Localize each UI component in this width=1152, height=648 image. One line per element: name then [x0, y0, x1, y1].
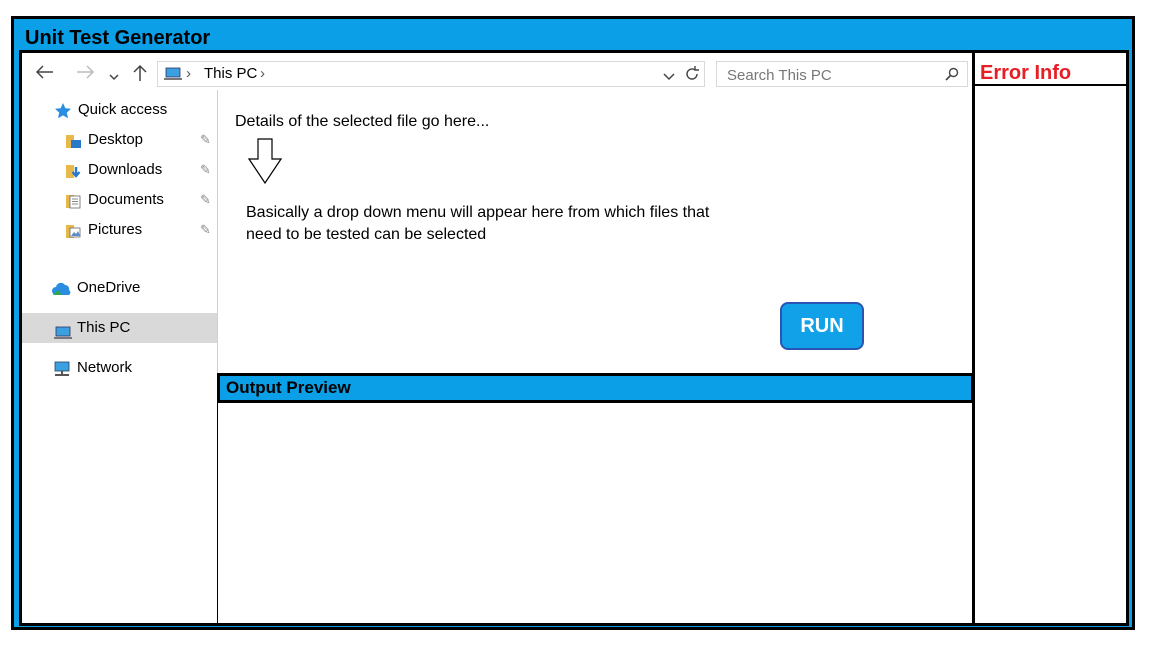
arrow-left-icon[interactable]	[35, 64, 54, 84]
documents-folder-icon	[64, 191, 82, 221]
app-title: Unit Test Generator	[25, 27, 211, 49]
computer-icon	[164, 67, 182, 86]
dropdown-description-line: need to be tested can be selected	[246, 226, 487, 243]
network-icon	[52, 359, 72, 389]
sidebar-item-label: Quick access	[78, 101, 168, 118]
sidebar-item-label: This PC	[77, 319, 131, 336]
folder-icon	[64, 131, 82, 161]
search-input[interactable]	[725, 65, 939, 85]
pin-icon[interactable]: ✎	[200, 222, 211, 238]
star-icon	[54, 101, 72, 131]
download-folder-icon	[64, 161, 82, 191]
dropdown-description: Basically a drop down menu will appear h…	[246, 202, 709, 246]
search-icon[interactable]	[945, 67, 959, 86]
sidebar-item-label: Documents	[88, 191, 164, 208]
sidebar-item-label: OneDrive	[77, 279, 141, 296]
arrow-up-icon[interactable]	[132, 64, 148, 86]
dropdown-description-line: Basically a drop down menu will appear h…	[246, 204, 710, 221]
error-panel-header-line	[975, 84, 1127, 86]
chevron-down-icon[interactable]	[108, 66, 120, 86]
run-button[interactable]: RUN	[780, 302, 864, 350]
address-bar[interactable]: › This PC ›	[157, 61, 705, 87]
pin-icon[interactable]: ✎	[200, 162, 211, 178]
output-preview-title: Output Preview	[226, 378, 351, 397]
output-preview-header: Output Preview	[217, 373, 974, 403]
pin-icon[interactable]: ✎	[200, 192, 211, 208]
sidebar-item-label: Desktop	[88, 131, 144, 148]
refresh-icon[interactable]	[684, 65, 700, 87]
chevron-right-icon[interactable]: ›	[260, 65, 265, 82]
error-panel-divider	[972, 50, 975, 626]
output-preview-left-border	[217, 373, 218, 623]
error-panel-title: Error Info	[980, 62, 1072, 84]
search-box[interactable]	[716, 61, 968, 87]
cloud-icon	[52, 279, 72, 309]
arrow-down-icon	[247, 138, 283, 189]
sidebar-item-label: Downloads	[88, 161, 163, 178]
sidebar-item-label: Network	[77, 359, 133, 376]
chevron-right-icon: ›	[186, 65, 191, 82]
pictures-folder-icon	[64, 221, 82, 251]
sidebar-item-label: Pictures	[88, 221, 143, 238]
breadcrumb-item[interactable]: This PC	[204, 65, 257, 82]
chevron-down-icon[interactable]	[662, 67, 676, 87]
arrow-right-icon[interactable]	[76, 64, 95, 84]
file-details-text: Details of the selected file go here...	[235, 113, 490, 130]
pin-icon[interactable]: ✎	[200, 132, 211, 148]
computer-icon	[54, 321, 72, 351]
